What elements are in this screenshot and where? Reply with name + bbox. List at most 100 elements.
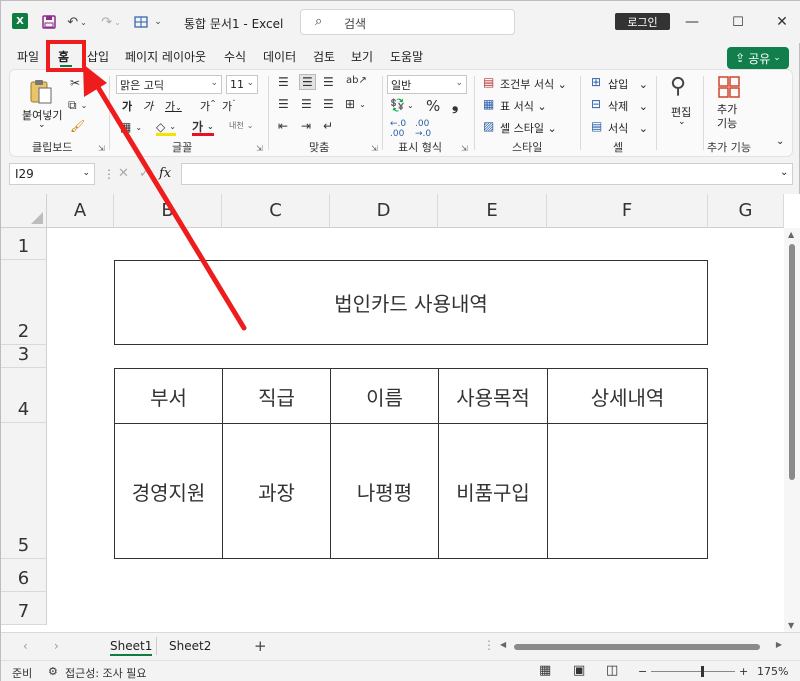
vertical-scrollbar[interactable]: ▲ ▼ xyxy=(784,228,800,632)
paste-dropdown-icon[interactable]: ⌄ xyxy=(38,120,46,130)
quick-access-dropdown-icon[interactable]: ⌄ xyxy=(152,12,164,32)
tab-formulas[interactable]: 수식 xyxy=(224,48,246,65)
column-header-a[interactable]: A xyxy=(47,194,114,228)
header-cell-department[interactable]: 부서 xyxy=(114,368,223,424)
row-header-2[interactable]: 2 xyxy=(1,260,47,345)
row-header-4[interactable]: 4 xyxy=(1,368,47,423)
spreadsheet-grid[interactable]: A B C D E F G 1 2 3 4 5 6 7 법인카드 사용내역 부서… xyxy=(1,194,800,632)
align-top-icon[interactable]: ☰ xyxy=(278,75,289,89)
zoom-slider[interactable] xyxy=(651,671,735,672)
tab-data[interactable]: 데이터 xyxy=(263,48,296,65)
paste-icon[interactable] xyxy=(29,78,53,104)
value-cell-purpose[interactable]: 비품구입 xyxy=(438,423,548,559)
editing-dropdown-icon[interactable]: ⌄ xyxy=(678,117,686,127)
zoom-out-icon[interactable]: − xyxy=(638,665,647,678)
search-input[interactable]: ⌕ 검색 xyxy=(300,9,515,35)
addins-icon[interactable] xyxy=(718,76,740,98)
accessibility-icon[interactable]: ⚙ xyxy=(48,665,58,678)
tab-insert[interactable]: 삽입 xyxy=(87,48,109,65)
border-icon[interactable]: ▦ ⌄ xyxy=(120,120,142,134)
header-cell-details[interactable]: 상세내역 xyxy=(547,368,708,424)
font-name-dropdown[interactable]: 맑은 고딕 ⌄ xyxy=(116,75,222,94)
row-header-5[interactable]: 5 xyxy=(1,423,47,559)
row-header-7[interactable]: 7 xyxy=(1,592,47,625)
align-right-icon[interactable]: ☰ xyxy=(323,97,334,111)
decrease-decimal-icon[interactable]: .00 →.0 xyxy=(415,119,431,139)
decrease-font-icon[interactable]: 가ˇ xyxy=(222,98,236,114)
format-painter-icon[interactable]: 🖌 xyxy=(70,119,85,133)
fill-color-icon[interactable]: ◇ ⌄ xyxy=(156,120,176,136)
number-launcher-icon[interactable]: ⇲ xyxy=(461,144,468,153)
clipboard-launcher-icon[interactable]: ⇲ xyxy=(98,144,105,153)
column-header-g[interactable]: G xyxy=(708,194,784,228)
decrease-indent-icon[interactable]: ⇤ xyxy=(278,119,288,133)
increase-font-icon[interactable]: 가^ xyxy=(200,98,216,114)
insert-cells-button[interactable]: 삽입 ⌄ xyxy=(608,76,648,92)
tab-file[interactable]: 파일 xyxy=(17,48,39,65)
share-button[interactable]: ⇪ 공유 ⌄ xyxy=(727,47,789,69)
column-header-b[interactable]: B xyxy=(114,194,222,228)
table-title-cell[interactable]: 법인카드 사용내역 xyxy=(114,260,708,345)
cell-styles-button[interactable]: 셀 스타일 ⌄ xyxy=(500,120,557,136)
cancel-entry-icon[interactable]: ✕ xyxy=(118,166,129,181)
align-middle-icon[interactable]: ☰ xyxy=(299,74,316,90)
expand-formula-icon[interactable]: ⌄ xyxy=(780,167,788,178)
addins-button[interactable]: 추가 기능 xyxy=(717,103,737,131)
value-cell-department[interactable]: 경영지원 xyxy=(114,423,223,559)
sheet-tab-1[interactable]: Sheet1 xyxy=(110,639,153,656)
quick-access-customize-icon[interactable] xyxy=(132,12,150,32)
font-size-dropdown[interactable]: 11 ⌄ xyxy=(226,75,258,94)
close-icon[interactable]: ✕ xyxy=(772,12,792,32)
increase-indent-icon[interactable]: ⇥ xyxy=(301,119,311,133)
comma-style-icon[interactable]: ❟ xyxy=(452,95,458,115)
align-center-icon[interactable]: ☰ xyxy=(301,97,312,111)
page-layout-view-icon[interactable]: ▣ xyxy=(573,663,585,678)
zoom-in-icon[interactable]: + xyxy=(739,665,748,678)
copy-icon[interactable]: ⧉ ⌄ xyxy=(68,98,87,113)
maximize-icon[interactable]: ☐ xyxy=(728,12,748,32)
font-color-icon[interactable]: 가 ⌄ xyxy=(192,120,214,136)
select-all-corner[interactable] xyxy=(1,194,47,228)
insert-function-icon[interactable]: fx xyxy=(159,166,171,181)
header-cell-purpose[interactable]: 사용목적 xyxy=(438,368,548,424)
horizontal-scrollbar[interactable]: ◀ ▶ xyxy=(498,640,784,652)
page-break-view-icon[interactable]: ◫ xyxy=(606,663,618,678)
column-header-d[interactable]: D xyxy=(330,194,438,228)
cut-icon[interactable]: ✂ xyxy=(70,76,80,90)
zoom-level[interactable]: 175% xyxy=(757,665,788,678)
add-sheet-icon[interactable]: + xyxy=(254,637,267,655)
tab-help[interactable]: 도움말 xyxy=(390,48,423,65)
cell-styles-icon[interactable]: ▨ xyxy=(483,119,494,133)
format-as-table-button[interactable]: 표 서식 ⌄ xyxy=(500,98,547,114)
column-header-f[interactable]: F xyxy=(547,194,708,228)
row-header-3[interactable]: 3 xyxy=(1,344,47,368)
value-cell-details[interactable] xyxy=(547,423,708,559)
conditional-format-button[interactable]: 조건부 서식 ⌄ xyxy=(500,76,567,92)
percent-style-icon[interactable]: % xyxy=(426,97,440,115)
increase-decimal-icon[interactable]: ←.0.00 xyxy=(390,119,406,139)
login-button[interactable]: 로그인 xyxy=(615,13,670,30)
accessibility-status[interactable]: 접근성: 조사 필요 xyxy=(65,665,147,681)
bold-icon[interactable]: 가 xyxy=(122,98,132,114)
zoom-slider-thumb[interactable] xyxy=(701,666,704,677)
undo-icon[interactable]: ↶ ⌄ xyxy=(65,12,89,32)
tab-view[interactable]: 보기 xyxy=(351,48,373,65)
merge-center-icon[interactable]: ⊞ ⌄ xyxy=(345,97,366,111)
name-box[interactable]: I29 ⌄ xyxy=(9,163,95,185)
header-cell-position[interactable]: 직급 xyxy=(222,368,331,424)
number-format-dropdown[interactable]: 일반 ⌄ xyxy=(387,75,467,94)
delete-cells-icon[interactable]: ⊟ xyxy=(591,97,601,111)
format-cells-icon[interactable]: ▤ xyxy=(591,119,602,133)
phonetic-icon[interactable]: 내천 ⌄ xyxy=(229,120,253,131)
text-orientation-icon[interactable]: ab↗ xyxy=(346,75,367,86)
value-cell-position[interactable]: 과장 xyxy=(222,423,331,559)
horizontal-scroll-thumb[interactable] xyxy=(514,644,760,650)
minimize-icon[interactable]: — xyxy=(682,12,702,32)
formula-input[interactable] xyxy=(181,163,793,185)
delete-cells-button[interactable]: 삭제 ⌄ xyxy=(608,98,648,114)
tab-review[interactable]: 검토 xyxy=(313,48,335,65)
normal-view-icon[interactable]: ▦ xyxy=(539,663,551,678)
scroll-up-icon[interactable]: ▲ xyxy=(788,230,794,239)
value-cell-name[interactable]: 나평평 xyxy=(330,423,439,559)
tab-page-layout[interactable]: 페이지 레이아웃 xyxy=(125,48,206,65)
